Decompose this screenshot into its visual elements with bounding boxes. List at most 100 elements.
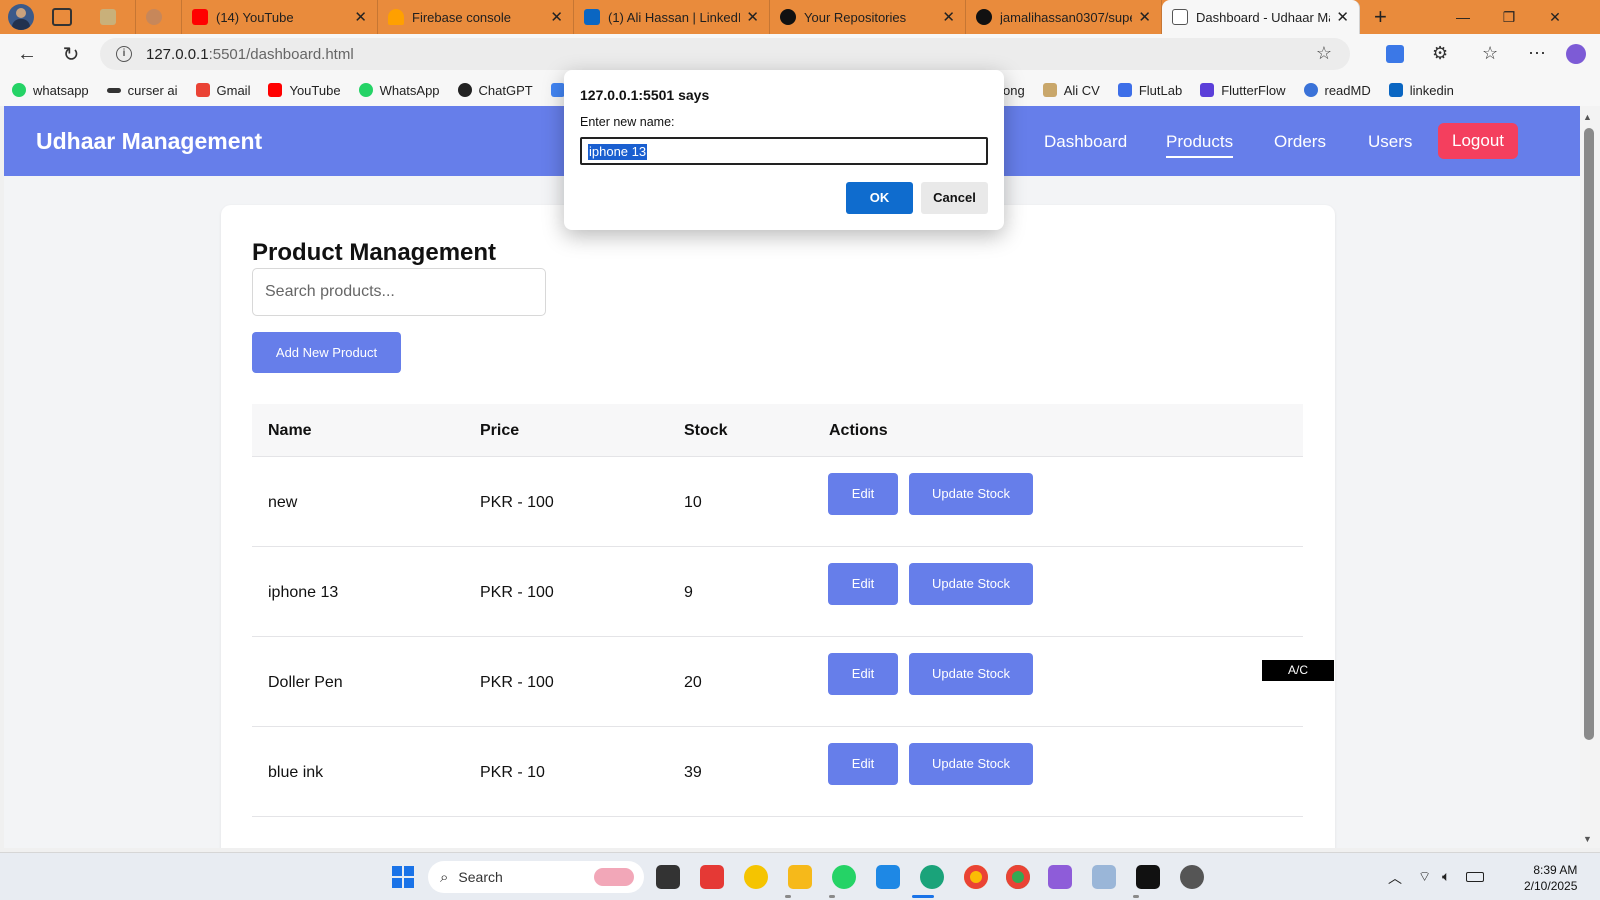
workspaces-icon[interactable] [52,8,72,26]
info-icon[interactable]: i [116,46,132,62]
tab-dashboard[interactable]: Dashboard - Udhaar Man ✕ [1162,0,1360,34]
close-icon[interactable]: ✕ [348,8,367,26]
close-icon[interactable]: ✕ [1132,8,1151,26]
favorites-icon[interactable]: ☆ [1482,43,1498,64]
scrollbar-thumb[interactable] [1584,128,1594,740]
tab-github-supermarket[interactable]: jamalihassan0307/superm ✕ [966,0,1162,34]
close-icon[interactable]: ✕ [1330,8,1349,26]
edit-button[interactable]: Edit [828,743,898,785]
tab-youtube[interactable]: (14) YouTube ✕ [182,0,378,34]
bookmark-linkedin[interactable]: linkedin [1388,82,1454,98]
column-header-actions: Actions [829,422,888,439]
readmd-icon [1303,83,1318,97]
restore-icon[interactable]: ❐ [1486,0,1532,34]
file-explorer-icon[interactable] [788,865,812,889]
bookmark-song[interactable]: ong [1003,83,1025,98]
tab-favicon [146,9,162,25]
vscode-icon[interactable] [876,865,900,889]
cancel-button[interactable]: Cancel [921,182,988,214]
bookmark-label: linkedin [1409,82,1454,98]
system-clock[interactable]: 8:39 AM 2/10/2025 [1524,862,1577,894]
chrome-profile-icon[interactable] [1006,865,1030,889]
github-icon [780,9,796,25]
scroll-up-icon[interactable]: ▲ [1583,112,1592,122]
youtube-icon [268,83,283,97]
table-row: iphone 13 PKR - 100 9 Edit Update Stock [252,547,1303,637]
edit-button[interactable]: Edit [828,473,898,515]
reload-icon[interactable]: ↻ [54,42,88,67]
column-header-price: Price [480,422,520,439]
ok-button[interactable]: OK [846,182,913,214]
chrome-icon[interactable] [964,865,988,889]
profile-avatar[interactable] [8,4,34,30]
bookmark-curser-ai[interactable]: curser ai [106,83,178,98]
volume-icon[interactable]: 🔈︎ [1442,868,1450,885]
logout-button[interactable]: Logout [1438,123,1518,159]
chevron-up-icon[interactable]: ︿ [1388,868,1402,888]
bookmark-youtube[interactable]: YouTube [268,83,341,98]
app-brand[interactable]: Udhaar Management [36,128,262,155]
copilot-icon[interactable] [1566,44,1586,64]
search-input[interactable] [252,268,546,316]
new-tab-icon[interactable]: + [1374,4,1387,30]
chatgpt-icon [457,83,472,97]
scroll-down-icon[interactable]: ▼ [1583,834,1592,844]
nav-products[interactable]: Products [1166,132,1234,158]
bookmark-flutlab[interactable]: FlutLab [1117,82,1183,98]
update-stock-button[interactable]: Update Stock [909,473,1033,515]
bookmark-readmd[interactable]: readMD [1303,83,1371,98]
translate-icon[interactable] [1386,45,1404,63]
dialog-selected-text: iphone 13 [588,144,648,160]
edge-icon[interactable] [920,865,944,889]
linkedin-icon [1388,83,1403,97]
more-menu-icon[interactable]: ⋯ [1528,43,1546,64]
bookmark-whatsapp[interactable]: whatsapp [12,83,89,98]
clock-app-icon[interactable] [1180,865,1204,889]
visual-studio-icon[interactable] [1048,865,1072,889]
url-bar[interactable]: i 127.0.0.1:5501/dashboard.html ☆ [100,38,1350,70]
bookmark-whatsapp-2[interactable]: WhatsApp [358,83,440,98]
update-stock-button[interactable]: Update Stock [909,563,1033,605]
close-icon[interactable]: ✕ [740,8,759,26]
tab-pinned-1[interactable] [90,0,136,34]
add-product-button[interactable]: Add New Product [252,332,401,373]
bookmark-chatgpt[interactable]: ChatGPT [457,83,533,98]
tab-github-repos[interactable]: Your Repositories ✕ [770,0,966,34]
tab-linkedin[interactable]: (1) Ali Hassan | LinkedIn ✕ [574,0,770,34]
close-icon[interactable]: ✕ [936,8,955,26]
window-close-icon[interactable]: ✕ [1532,0,1578,34]
url-host: 127.0.0.1 [146,45,209,63]
docs-icon [550,83,565,97]
anydesk-icon[interactable] [700,865,724,889]
taskbar-search[interactable]: ⌕ Search [428,861,644,893]
minimize-icon[interactable]: — [1440,0,1486,34]
table-row: new PKR - 100 10 Edit Update Stock [252,457,1303,547]
wifi-icon[interactable]: ⌔ [1418,868,1431,886]
table-header: Name Price Stock Actions [252,404,1303,457]
back-icon[interactable]: ← [10,43,44,66]
edit-button[interactable]: Edit [828,653,898,695]
resource-monitor-icon[interactable] [1092,865,1116,889]
windows-start-icon[interactable] [392,866,414,888]
extensions-icon[interactable]: ⚙ [1432,43,1448,64]
battery-icon[interactable] [1466,872,1484,882]
gmail-icon [195,83,210,97]
nav-users[interactable]: Users [1368,132,1412,152]
tab-firebase[interactable]: Firebase console ✕ [378,0,574,34]
update-stock-button[interactable]: Update Stock [909,743,1033,785]
favorite-star-icon[interactable]: ☆ [1316,43,1332,64]
bookmark-label: FlutLab [1138,82,1183,98]
bookmark-flutterflow[interactable]: FlutterFlow [1200,83,1286,98]
bookmark-gmail[interactable]: Gmail [195,83,250,98]
nav-orders[interactable]: Orders [1274,132,1326,152]
update-stock-button[interactable]: Update Stock [909,653,1033,695]
pinned-app-icon[interactable] [744,865,768,889]
close-icon[interactable]: ✕ [544,8,563,26]
capcut-icon[interactable] [1136,865,1160,889]
nav-dashboard[interactable]: Dashboard [1044,132,1127,152]
tab-pinned-2[interactable] [136,0,182,34]
task-view-icon[interactable] [656,865,680,889]
whatsapp-icon[interactable] [832,865,856,889]
bookmark-ali-cv[interactable]: Ali CV [1042,83,1100,98]
edit-button[interactable]: Edit [828,563,898,605]
